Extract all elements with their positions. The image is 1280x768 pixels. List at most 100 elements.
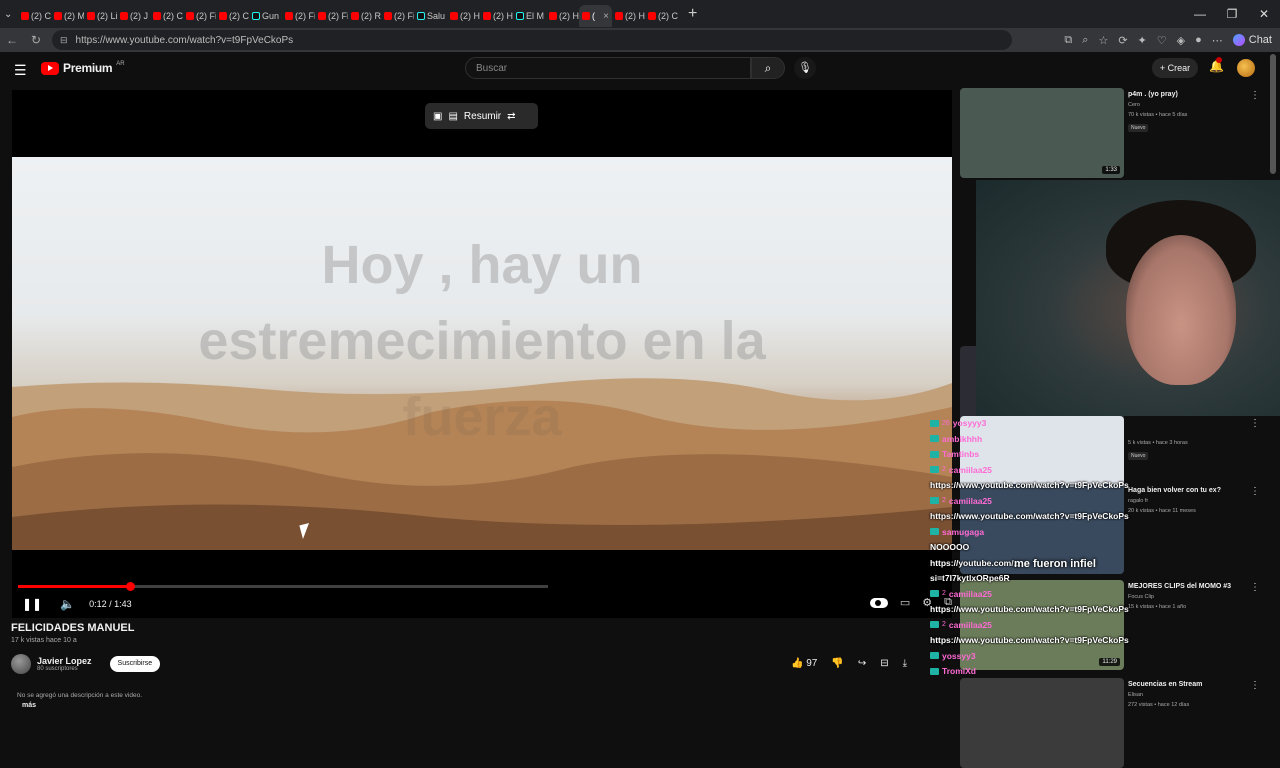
more-link[interactable]: más [22,702,36,709]
tab-label: (2) H [460,11,480,21]
browser-tab[interactable]: Gun× [249,5,282,27]
bookmark-star-icon[interactable]: ☆ [1098,34,1108,47]
sync-icon[interactable]: ⟳ [1118,34,1127,47]
favorites-icon[interactable]: ♡ [1157,34,1167,47]
browser-tab[interactable]: (2) J× [117,5,150,27]
browser-tab[interactable]: (2) M× [51,5,84,27]
download-icon[interactable]: ⤓ [903,658,907,669]
more-actions-icon[interactable]: ⋮ [1250,680,1260,691]
summary-toolbar: ▣ ▤ Resumir ⇄ [425,103,538,129]
minimize-icon[interactable]: — [1184,0,1216,28]
browser-tab[interactable]: (2) R× [348,5,381,27]
chat-badge-icon [930,497,939,504]
webcam-face-shape [1126,235,1236,385]
browser-tab[interactable]: (2) Fi× [282,5,315,27]
browser-tab[interactable]: (2) H× [480,5,513,27]
search-button[interactable]: ⌕ [751,57,785,79]
voice-search-button[interactable]: 🎙 [794,57,816,79]
progress-bar[interactable] [18,582,548,591]
tab-favicon-icon [21,12,29,20]
restore-icon[interactable]: ❐ [1216,0,1248,28]
chat-text: https://www.youtube.com/watch?v=t9FpVeCk… [930,480,1129,490]
chat-label: Chat [1248,34,1272,46]
video-player[interactable]: ▣ ▤ Resumir ⇄ Hoy , hay un estremecimien… [12,90,952,618]
chat-username: camiilaa25 [948,464,992,475]
reload-icon[interactable]: ↻ [24,33,48,47]
player-controls: ❚❚ 🔈 0:12 / 1:43 ▭ ⚙ ⧉ [12,590,952,618]
shield-icon[interactable]: ◈ [1177,34,1185,47]
chat-username: camiilaa25 [948,619,992,630]
browser-tab[interactable]: (2) Fi× [315,5,348,27]
new-tab-icon[interactable]: + [688,5,697,23]
more-actions-icon[interactable]: ⋮ [1250,418,1260,429]
browser-tab[interactable]: Salu× [414,5,447,27]
browser-tab[interactable]: (2) H× [546,5,579,27]
back-icon[interactable]: ← [0,33,24,47]
chat-username: ambikhhh [942,433,983,444]
browser-tab[interactable]: (2) Fi× [183,5,216,27]
search-input[interactable]: Buscar [465,57,751,79]
url-field[interactable]: ⊟ https://www.youtube.com/watch?v=t9FpVe… [52,30,1012,50]
recommendation-title[interactable]: p4m . (yo pray) [1128,90,1250,99]
browser-tab[interactable]: El M× [513,5,546,27]
extensions-icon[interactable]: ✦ [1138,34,1147,47]
youtube-logo[interactable]: Premium AR [41,61,125,75]
more-menu-icon[interactable]: ⋯ [1212,34,1223,47]
share-icon[interactable]: ↪ [858,658,866,669]
close-window-icon[interactable]: ✕ [1248,0,1280,28]
save-icon[interactable]: ⊟ [880,658,888,669]
tab-close-icon[interactable]: × [603,11,609,22]
hamburger-menu-icon[interactable]: ☰ [14,62,27,79]
channel-name[interactable]: Javier Lopez [37,656,92,666]
tab-label: El M [526,11,544,21]
tab-label: (2) C [163,11,183,21]
profile-icon[interactable]: ● [1195,34,1202,46]
chat-button[interactable]: Chat [1232,34,1272,46]
browser-tab[interactable]: (2) Li× [84,5,117,27]
browser-tab[interactable]: (2) C× [150,5,183,27]
tab-favicon-icon [87,12,95,20]
chat-username: camiilaa25 [948,495,992,506]
tab-label: (2) J [130,11,148,21]
browser-tab[interactable]: (× [579,5,612,27]
browser-tab[interactable]: (2) Fi× [381,5,414,27]
tab-favicon-icon [582,12,590,20]
scrollbar[interactable] [1270,54,1276,174]
subscribe-button[interactable]: Suscribirse [109,656,161,672]
recommendation-meta: 70 k vistas • hace 5 días [1128,112,1188,118]
create-button[interactable]: + Crear [1152,58,1198,78]
search-icon: ⌕ [764,61,772,75]
more-actions-icon[interactable]: ⋮ [1250,90,1260,101]
tab-label: (2) C [31,11,51,21]
channel-avatar[interactable] [11,654,31,674]
like-button[interactable]: 👍 97 [791,658,817,669]
channel-text: Javier Lopez 80 suscriptores [37,656,92,672]
tab-favicon-icon [54,12,62,20]
browser-tab[interactable]: (2) H× [447,5,480,27]
tab-favicon-icon [483,12,491,20]
browser-tab[interactable]: (2) C× [216,5,249,27]
chat-badge-count: 2 [942,466,946,473]
pause-icon[interactable]: ❚❚ [22,597,42,611]
translate-icon[interactable]: ⇄ [507,111,515,122]
account-avatar[interactable] [1237,59,1255,77]
screenshot-icon[interactable]: ▣ [433,111,442,122]
video-title: FELICIDADES MANUEL [11,622,135,634]
browser-tab[interactable]: (2) C× [18,5,51,27]
subtitles-icon[interactable]: ▭ [900,596,910,609]
site-info-icon[interactable]: ⊟ [60,35,68,46]
summary-button[interactable]: Resumir [464,111,501,122]
more-actions-icon[interactable]: ⋮ [1250,582,1260,593]
zoom-icon[interactable]: ⌕ [1082,34,1088,47]
browser-tab[interactable]: (2) H× [612,5,645,27]
chat-username: samugaga [942,526,985,537]
tab-label: (2) H [559,11,579,21]
dislike-icon[interactable]: 👎 [831,658,843,669]
video-thumbnail[interactable]: 1:33 [960,88,1124,178]
more-actions-icon[interactable]: ⋮ [1250,486,1260,497]
tab-list-icon[interactable]: ⌄ [4,9,18,20]
autoplay-toggle[interactable] [869,597,888,608]
volume-icon[interactable]: 🔈 [60,597,75,611]
extension-icon[interactable]: ⧉ [1064,34,1072,47]
browser-tab[interactable]: (2) C× [645,5,678,27]
